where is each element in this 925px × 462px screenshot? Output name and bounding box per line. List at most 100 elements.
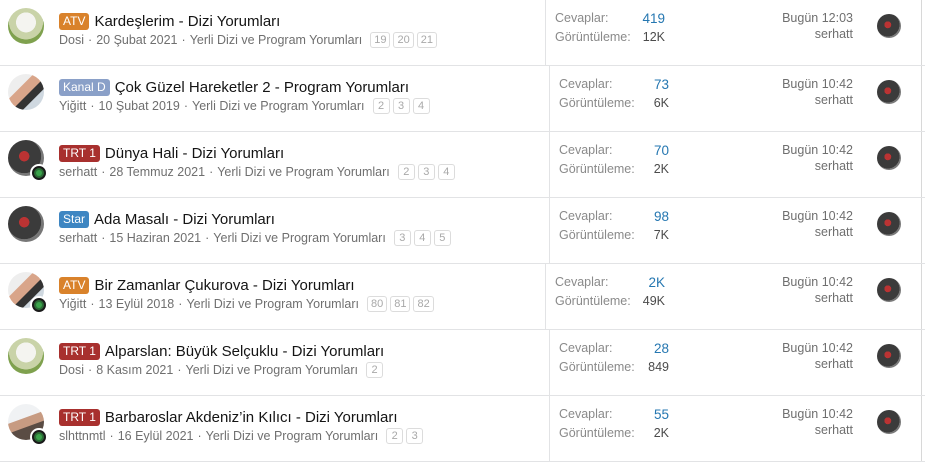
- thread-forum-link[interactable]: Yerli Dizi ve Program Yorumları: [217, 165, 390, 179]
- thread-author[interactable]: Dosi: [59, 363, 84, 377]
- last-post-date[interactable]: Bugün 10:42: [782, 209, 853, 223]
- last-poster-avatar[interactable]: [877, 146, 901, 170]
- last-poster-avatar[interactable]: [877, 80, 901, 104]
- thread-title-link[interactable]: Bir Zamanlar Çukurova - Dizi Yorumları: [94, 277, 354, 294]
- thread-prefix[interactable]: ATV: [59, 276, 90, 294]
- last-post-user[interactable]: serhatt: [782, 357, 853, 371]
- thread-title-link[interactable]: Ada Masalı - Dizi Yorumları: [94, 211, 275, 228]
- last-post-user[interactable]: serhatt: [782, 423, 853, 437]
- page-link[interactable]: 2: [372, 98, 390, 114]
- replies-stat: Cevaplar: 28: [559, 341, 669, 356]
- last-post-info: Bugün 10:42 serhatt: [782, 407, 853, 437]
- thread-start-date[interactable]: 8 Kasım 2021: [96, 363, 173, 377]
- thread-row: TRT 1 Barbaroslar Akdeniz’in Kılıcı - Diz…: [0, 396, 925, 462]
- thread-forum-link[interactable]: Yerli Dizi ve Program Yorumları: [186, 363, 359, 377]
- thread-author[interactable]: Dosi: [59, 33, 84, 47]
- last-poster-avatar[interactable]: [877, 278, 901, 302]
- last-poster-avatar[interactable]: [877, 410, 901, 434]
- author-avatar[interactable]: [8, 338, 44, 374]
- thread-stats: Cevaplar: 28 Görüntüleme: 849: [549, 330, 679, 395]
- thread-title-link[interactable]: Barbaroslar Akdeniz’in Kılıcı - Dizi Yor…: [105, 409, 398, 426]
- thread-title-line: Kanal D Çok Güzel Hareketler 2 - Program …: [59, 77, 409, 97]
- thread-prefix[interactable]: TRT 1: [59, 408, 100, 426]
- replies-label: Cevaplar:: [559, 341, 613, 355]
- thread-forum-link[interactable]: Yerli Dizi ve Program Yorumları: [190, 33, 363, 47]
- thread-forum-link[interactable]: Yerli Dizi ve Program Yorumları: [206, 429, 379, 443]
- page-link[interactable]: 4: [437, 164, 455, 180]
- views-stat: Görüntüleme: 849: [559, 360, 669, 374]
- thread-forum-link[interactable]: Yerli Dizi ve Program Yorumları: [186, 297, 359, 311]
- last-post-user[interactable]: serhatt: [782, 159, 853, 173]
- thread-title-link[interactable]: Kardeşlerim - Dizi Yorumları: [94, 13, 280, 30]
- thread-title-link[interactable]: Çok Güzel Hareketler 2 - Program Yorumla…: [115, 79, 409, 96]
- thread-author[interactable]: slhttnmtl: [59, 429, 106, 443]
- thread-title-line: ATV Kardeşlerim - Dizi Yorumları: [59, 11, 280, 31]
- page-link[interactable]: 2: [386, 428, 404, 444]
- author-avatar[interactable]: [8, 74, 44, 110]
- thread-author[interactable]: serhatt: [59, 231, 97, 245]
- page-link[interactable]: 3: [393, 230, 411, 246]
- page-link[interactable]: 3: [417, 164, 435, 180]
- thread-title-link[interactable]: Alparslan: Büyük Selçuklu - Dizi Yorumla…: [105, 343, 384, 360]
- thread-prefix[interactable]: TRT 1: [59, 144, 100, 162]
- page-link[interactable]: 3: [392, 98, 410, 114]
- page-link[interactable]: 2: [366, 362, 384, 378]
- replies-count: 55: [653, 407, 669, 422]
- page-link[interactable]: 4: [412, 98, 430, 114]
- views-count: 6K: [653, 96, 669, 110]
- last-post-user[interactable]: serhatt: [782, 27, 853, 41]
- thread-stats: Cevaplar: 419 Görüntüleme: 12K: [545, 0, 675, 65]
- thread-meta: slhttnmtl · 16 Eylül 2021 · Yerli Dizi ve Pr…: [59, 428, 424, 444]
- thread-start-date[interactable]: 16 Eylül 2021: [118, 429, 194, 443]
- thread-start-date[interactable]: 13 Eylül 2018: [99, 297, 175, 311]
- thread-author[interactable]: Yiğitt: [59, 297, 86, 311]
- page-link[interactable]: 2: [397, 164, 415, 180]
- last-post-date[interactable]: Bugün 12:03: [782, 11, 853, 25]
- thread-forum-link[interactable]: Yerli Dizi ve Program Yorumları: [213, 231, 386, 245]
- thread-start-date[interactable]: 20 Şubat 2021: [96, 33, 177, 47]
- page-link[interactable]: 3: [406, 428, 424, 444]
- last-post-date[interactable]: Bugün 10:42: [782, 407, 853, 421]
- thread-prefix[interactable]: TRT 1: [59, 342, 100, 360]
- thread-author[interactable]: serhatt: [59, 165, 97, 179]
- author-avatar[interactable]: [8, 8, 44, 44]
- row-divider: [921, 132, 922, 197]
- last-post-date[interactable]: Bugün 10:42: [782, 143, 853, 157]
- last-post-user[interactable]: serhatt: [782, 93, 853, 107]
- last-poster-avatar[interactable]: [877, 344, 901, 368]
- thread-start-date[interactable]: 10 Şubat 2019: [99, 99, 180, 113]
- thread-author[interactable]: Yiğitt: [59, 99, 86, 113]
- thread-stats: Cevaplar: 55 Görüntüleme: 2K: [549, 396, 679, 461]
- page-link[interactable]: 5: [433, 230, 451, 246]
- views-stat: Görüntüleme: 49K: [555, 294, 665, 308]
- page-link[interactable]: 80: [366, 296, 388, 312]
- thread-start-date[interactable]: 28 Temmuz 2021: [109, 165, 205, 179]
- last-post-user[interactable]: serhatt: [782, 225, 853, 239]
- thread-prefix[interactable]: Star: [59, 210, 90, 228]
- thread-title-link[interactable]: Dünya Hali - Dizi Yorumları: [105, 145, 284, 162]
- meta-separator: ·: [209, 165, 214, 179]
- replies-count: 28: [653, 341, 669, 356]
- page-link[interactable]: 20: [393, 32, 414, 48]
- last-post-date[interactable]: Bugün 10:42: [782, 341, 853, 355]
- last-post-date[interactable]: Bugün 10:42: [782, 77, 853, 91]
- views-stat: Görüntüleme: 2K: [559, 426, 669, 440]
- page-link[interactable]: 81: [390, 296, 411, 312]
- thread-prefix[interactable]: Kanal D: [59, 78, 110, 96]
- thread-prefix[interactable]: ATV: [59, 12, 90, 30]
- last-poster-avatar[interactable]: [877, 14, 901, 38]
- page-link[interactable]: 4: [413, 230, 431, 246]
- replies-stat: Cevaplar: 2K: [555, 275, 665, 290]
- last-post-date[interactable]: Bugün 10:42: [782, 275, 853, 289]
- page-link[interactable]: 82: [413, 296, 434, 312]
- thread-forum-link[interactable]: Yerli Dizi ve Program Yorumları: [192, 99, 365, 113]
- views-label: Görüntüleme:: [559, 360, 635, 374]
- replies-count: 70: [653, 143, 669, 158]
- views-label: Görüntüleme:: [559, 228, 635, 242]
- last-post-user[interactable]: serhatt: [782, 291, 853, 305]
- page-link[interactable]: 21: [416, 32, 437, 48]
- page-link[interactable]: 19: [370, 32, 391, 48]
- thread-start-date[interactable]: 15 Haziran 2021: [109, 231, 201, 245]
- author-avatar[interactable]: [8, 206, 44, 242]
- last-poster-avatar[interactable]: [877, 212, 901, 236]
